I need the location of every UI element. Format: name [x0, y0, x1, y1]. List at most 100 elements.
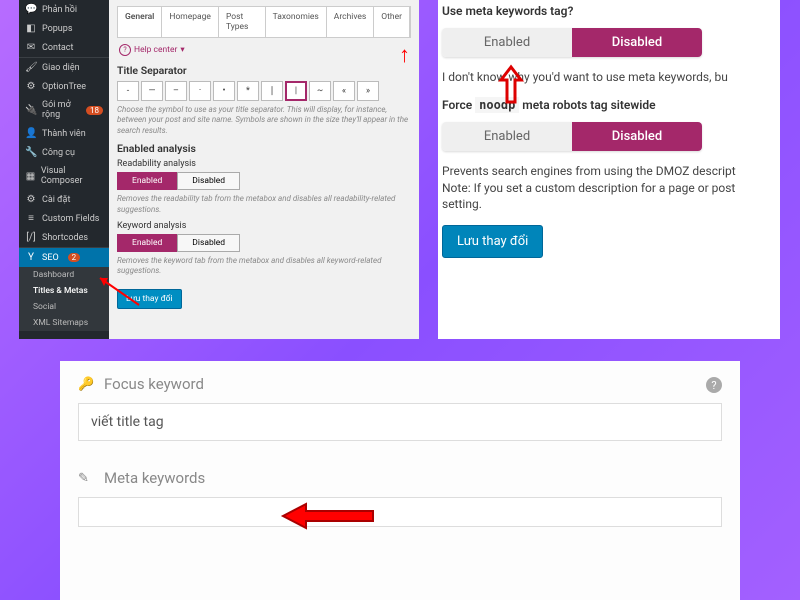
sidebar-item-optiontree[interactable]: ⚙ OptionTree — [19, 77, 109, 96]
badge: 2 — [68, 253, 81, 262]
wrench-icon: 🔧 — [25, 147, 37, 158]
sidebar-item-seo[interactable]: Y SEO 2 — [19, 247, 109, 267]
separator-option[interactable]: • — [213, 81, 235, 101]
readability-toggle: Enabled Disabled — [117, 172, 411, 190]
label: Force — [442, 98, 472, 112]
plugin-icon: 🔌 — [25, 105, 37, 116]
sidebar-item-label: Giao diện — [42, 63, 80, 73]
sidebar-item-tools[interactable]: 🔧 Công cụ — [19, 143, 109, 162]
pencil-icon: ✎ — [78, 471, 96, 486]
separator-option[interactable]: « — [333, 81, 355, 101]
tab-homepage[interactable]: Homepage — [162, 7, 219, 37]
focus-keyword-label: Focus keyword — [104, 375, 204, 393]
sidebar-item-label: SEO — [42, 253, 59, 263]
wp-sidebar: 💬 Phản hồi ◧Popups ✉Contact 🖌 Giao diện ⚙ O… — [19, 0, 109, 339]
comment-icon: 💬 — [25, 4, 37, 15]
sidebar-sub-titles-metas[interactable]: Titles & Metas — [19, 283, 109, 299]
separator-option[interactable]: ~ — [309, 81, 331, 101]
sidebar-item-users[interactable]: 👤 Thành viên — [19, 124, 109, 143]
readability-help-text: Removes the readability tab from the met… — [117, 194, 411, 215]
separator-option[interactable]: ❘ — [261, 81, 283, 101]
sidebar-item-label: Công cụ — [42, 148, 75, 158]
meta-keywords-input[interactable] — [78, 497, 722, 527]
meta-keywords-toggle: Enabled Disabled — [442, 28, 702, 57]
yoast-icon: Y — [25, 252, 37, 263]
sidebar-item-label: Phản hồi — [42, 5, 77, 15]
meta-keywords-desc: I don't know why you'd want to use meta … — [442, 69, 780, 86]
sidebar-sub-social[interactable]: Social — [19, 299, 109, 315]
gear-icon: ⚙ — [25, 194, 37, 205]
code-icon: [/] — [25, 232, 37, 243]
sidebar-item-contact[interactable]: ✉Contact — [19, 38, 109, 57]
save-button[interactable]: Lưu thay đổi — [442, 225, 543, 258]
tab-other[interactable]: Other — [374, 7, 410, 37]
focus-keyword-panel: ? 🔑 Focus keyword ✎ Meta keywords — [60, 361, 740, 600]
disabled-button[interactable]: Disabled — [177, 234, 240, 252]
sidebar-item-appearance[interactable]: 🖌 Giao diện — [19, 57, 109, 77]
readability-label: Readability analysis — [117, 159, 411, 169]
separator-option[interactable]: · — [189, 81, 211, 101]
separator-option[interactable]: — — [141, 81, 163, 101]
code-badge: noodp — [475, 97, 519, 113]
focus-keyword-row: 🔑 Focus keyword — [78, 375, 722, 393]
sidebar-item-feedback[interactable]: 💬 Phản hồi — [19, 0, 109, 19]
text: setting. — [442, 197, 482, 211]
sidebar-item-label: Popups — [42, 24, 72, 34]
help-icon[interactable]: ? — [706, 377, 722, 393]
enabled-button[interactable]: Enabled — [117, 172, 177, 190]
keyword-toggle: Enabled Disabled — [117, 234, 411, 252]
brush-icon: 🖌 — [25, 62, 37, 73]
user-icon: 👤 — [25, 128, 37, 139]
separator-option[interactable]: – — [165, 81, 187, 101]
enabled-button[interactable]: Enabled — [442, 122, 572, 151]
sidebar-item-label: Thành viên — [42, 129, 86, 139]
wp-admin-panel: 💬 Phản hồi ◧Popups ✉Contact 🖌 Giao diện ⚙ O… — [19, 0, 419, 339]
sidebar-item-label: Cài đặt — [42, 195, 70, 205]
tab-general[interactable]: General — [118, 7, 162, 37]
separator-option[interactable]: » — [357, 81, 379, 101]
noodp-question: Force noodp meta robots tag sitewide — [442, 98, 780, 112]
gear-icon: ⚙ — [25, 81, 37, 92]
section-title-separator: Title Separator — [117, 64, 411, 77]
help-center-link[interactable]: Help center ▾ — [117, 38, 411, 62]
sidebar-item-label: Shortcodes — [42, 233, 88, 243]
enabled-button[interactable]: Enabled — [117, 234, 177, 252]
grid-icon: ▦ — [25, 171, 36, 182]
keyword-help-text: Removes the keyword tab from the metabox… — [117, 256, 411, 277]
sidebar-item-shortcodes[interactable]: [/] Shortcodes — [19, 228, 109, 247]
main-content: General Homepage Post Types Taxonomies A… — [109, 0, 419, 339]
meta-keywords-question: Use meta keywords tag? — [442, 4, 780, 18]
meta-settings-panel: Use meta keywords tag? Enabled Disabled … — [438, 0, 780, 339]
sidebar-item-label: Custom Fields — [42, 214, 99, 224]
sidebar-item-plugins[interactable]: 🔌 Gói mở rộng — [19, 96, 109, 124]
separator-row: - — – · • * ❘ | ~ « » — [117, 81, 411, 101]
key-icon: 🔑 — [78, 377, 96, 392]
keyword-label: Keyword analysis — [117, 221, 411, 231]
enabled-button[interactable]: Enabled — [442, 28, 572, 57]
sidebar-item-settings[interactable]: ⚙ Cài đặt — [19, 190, 109, 209]
sidebar-item-customfields[interactable]: ≡Custom Fields — [19, 209, 109, 228]
tab-taxonomies[interactable]: Taxonomies — [266, 7, 327, 37]
noodp-toggle: Enabled Disabled — [442, 122, 702, 151]
sidebar-item-label: OptionTree — [42, 82, 86, 92]
meta-keywords-label: Meta keywords — [104, 469, 205, 487]
tab-posttypes[interactable]: Post Types — [219, 7, 266, 37]
save-button[interactable]: Lưu thay đổi — [117, 289, 182, 309]
sidebar-item-visualcomposer[interactable]: ▦Visual Composer — [19, 162, 109, 190]
disabled-button[interactable]: Disabled — [572, 28, 702, 57]
disabled-button[interactable]: Disabled — [177, 172, 240, 190]
separator-option[interactable]: * — [237, 81, 259, 101]
focus-keyword-input[interactable] — [78, 403, 722, 441]
text: Note: If you set a custom description fo… — [442, 181, 735, 195]
section-enabled-analysis: Enabled analysis — [117, 142, 411, 155]
sidebar-sub-dashboard[interactable]: Dashboard — [19, 267, 109, 283]
sidebar-item-label: Gói mở rộng — [42, 100, 79, 120]
sidebar-item-popups[interactable]: ◧Popups — [19, 19, 109, 38]
disabled-button[interactable]: Disabled — [572, 122, 702, 151]
tabs: General Homepage Post Types Taxonomies A… — [117, 6, 411, 38]
sidebar-sub-xml[interactable]: XML Sitemaps — [19, 315, 109, 331]
separator-option-selected[interactable]: | — [285, 81, 307, 101]
tab-archives[interactable]: Archives — [327, 7, 375, 37]
text: Prevents search engines from using the D… — [442, 164, 736, 178]
separator-option[interactable]: - — [117, 81, 139, 101]
